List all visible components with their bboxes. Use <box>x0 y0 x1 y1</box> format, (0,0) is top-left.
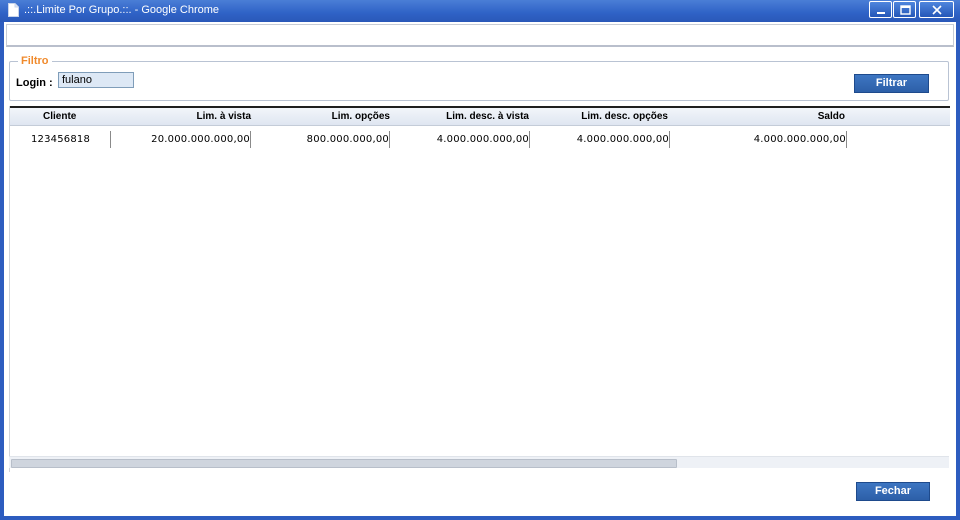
login-label: Login : <box>16 77 53 89</box>
maximize-button[interactable] <box>893 1 916 18</box>
header-saldo[interactable]: Saldo <box>818 111 845 122</box>
window-title: .::.Limite Por Grupo.::. - Google Chrome <box>24 4 220 16</box>
header-lim-opcoes[interactable]: Lim. opções <box>332 111 390 122</box>
column-divider <box>110 131 111 148</box>
cell-saldo: 4.000.000.000,00 <box>753 134 846 145</box>
filter-button[interactable]: Filtrar <box>854 74 929 93</box>
cell-lim-vista: 20.000.000.000,00 <box>151 134 250 145</box>
document-icon <box>8 3 19 17</box>
header-cliente[interactable]: Cliente <box>43 111 76 122</box>
login-input[interactable] <box>58 72 134 88</box>
scrollbar-thumb[interactable] <box>11 459 677 468</box>
maximize-icon <box>900 5 911 15</box>
window-frame-bottom <box>0 516 960 520</box>
header-lim-desc-opcoes[interactable]: Lim. desc. opções <box>581 111 668 122</box>
table-row[interactable]: 123456818 20.000.000.000,00 800.000.000,… <box>10 128 950 150</box>
results-grid: Cliente Lim. à vista Lim. opções Lim. de… <box>9 106 950 472</box>
column-divider <box>529 131 530 148</box>
cell-lim-opcoes: 800.000.000,00 <box>306 134 389 145</box>
cell-lim-desc-opcoes: 4.000.000.000,00 <box>576 134 669 145</box>
close-icon <box>932 5 942 15</box>
cell-lim-desc-vista: 4.000.000.000,00 <box>436 134 529 145</box>
header-lim-desc-vista[interactable]: Lim. desc. à vista <box>446 111 529 122</box>
close-button[interactable]: Fechar <box>856 482 930 501</box>
address-bar[interactable] <box>6 24 954 47</box>
title-bar: .::.Limite Por Grupo.::. - Google Chrome <box>0 0 960 22</box>
filter-legend: Filtro <box>18 55 52 67</box>
minimize-icon <box>877 12 885 14</box>
minimize-button[interactable] <box>869 1 892 18</box>
column-divider <box>250 131 251 148</box>
browser-window: .::.Limite Por Grupo.::. - Google Chrome… <box>0 0 960 520</box>
cell-cliente: 123456818 <box>31 134 91 145</box>
window-frame-right <box>956 22 960 520</box>
column-divider <box>389 131 390 148</box>
column-divider <box>846 131 847 148</box>
page-content: Filtro Login : Filtrar Cliente Lim. à vi… <box>4 22 956 516</box>
header-lim-vista[interactable]: Lim. à vista <box>197 111 251 122</box>
close-window-button[interactable] <box>919 1 954 18</box>
column-divider <box>669 131 670 148</box>
horizontal-scrollbar[interactable] <box>9 456 949 468</box>
grid-header: Cliente Lim. à vista Lim. opções Lim. de… <box>10 106 950 126</box>
filter-fieldset: Filtro Login : Filtrar <box>9 55 949 101</box>
